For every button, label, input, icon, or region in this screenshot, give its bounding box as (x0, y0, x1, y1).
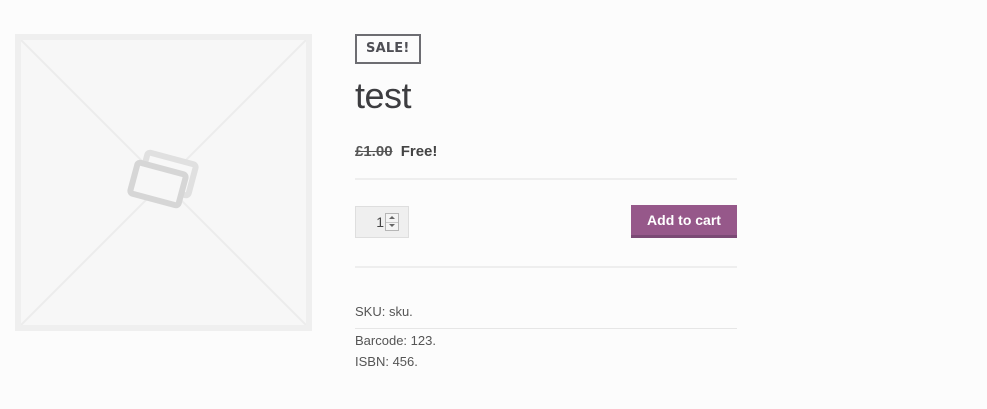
sku-text: SKU: sku. (355, 301, 737, 329)
image-placeholder-icon (21, 40, 306, 325)
product-meta: SKU: sku. Barcode: 123. ISBN: 456. (355, 301, 737, 372)
add-to-cart-form: 1 Add to cart (355, 180, 737, 266)
quantity-stepper[interactable]: 1 (355, 206, 409, 238)
quantity-spinner[interactable] (385, 213, 399, 231)
product-page: SALE! test £1.00 Free! 1 Add to cart SKU… (0, 0, 987, 409)
sale-badge: SALE! (355, 34, 421, 64)
product-image-placeholder[interactable] (15, 34, 312, 331)
add-to-cart-button[interactable]: Add to cart (631, 205, 737, 238)
sale-price: Free! (400, 143, 438, 160)
isbn-text: ISBN: 456. (355, 354, 418, 369)
product-title: test (355, 75, 412, 116)
product-price: £1.00 Free! (355, 142, 737, 162)
barcode-text: Barcode: 123. (355, 333, 436, 348)
quantity-decrease-icon[interactable] (386, 222, 398, 230)
product-summary: SALE! test £1.00 Free! 1 Add to cart SKU… (355, 34, 737, 372)
regular-price: £1.00 (355, 143, 393, 160)
divider (355, 266, 737, 268)
quantity-value[interactable]: 1 (376, 214, 384, 230)
